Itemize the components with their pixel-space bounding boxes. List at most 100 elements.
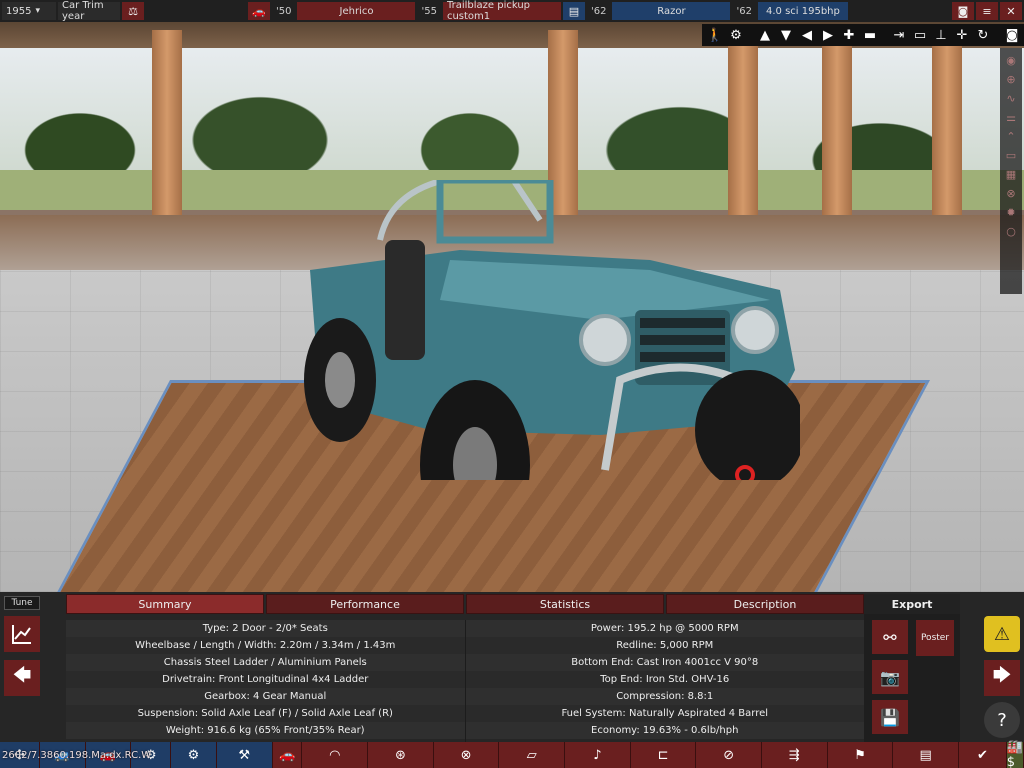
camera-icon[interactable]: ◙ [1003, 26, 1021, 44]
walk-icon[interactable]: 🚶 [706, 26, 724, 44]
arrow-up-icon[interactable]: ▲ [756, 26, 774, 44]
tab-description[interactable]: Description [666, 594, 864, 614]
arrow-right-icon[interactable]: ▶ [819, 26, 837, 44]
help-icon: ? [997, 709, 1007, 731]
summary-table: Type: 2 Door - 2/0* Seats Wheelbase / Le… [66, 620, 864, 742]
summary-right-column: Power: 195.2 hp @ 5000 RPM Redline: 5,00… [464, 620, 864, 742]
nav-test-icon[interactable]: ⚑ [827, 742, 894, 768]
poster-button[interactable]: Poster [916, 620, 954, 656]
nav-aero-icon[interactable]: ▱ [499, 742, 566, 768]
warning-button[interactable]: ⚠ [984, 616, 1020, 652]
showroom-pillar [152, 30, 182, 220]
nav-trim-icon[interactable]: 🚗 [272, 742, 303, 768]
car-model[interactable] [300, 180, 800, 480]
nav-wheel-icon[interactable]: ⊛ [368, 742, 434, 768]
engine-family-name[interactable]: Jehrico [297, 2, 416, 20]
camera-icon[interactable]: ◙ [952, 2, 974, 20]
photo-button[interactable]: 📷 [872, 660, 908, 694]
align-right-icon[interactable]: ⇥ [890, 26, 908, 44]
ring-icon[interactable]: ○ [1003, 223, 1019, 239]
camera-toolbar: 🚶 ⚙ ▲ ▼ ◀ ▶ ✚ ▬ ⇥ ▭ ⊥ ✛ ↻ ◙ [702, 24, 1024, 46]
view-toolbar: ◉ ⊕ ∿ ⚌ ⌃ ▭ ▦ ⊗ ✹ ○ [1000, 48, 1022, 294]
arrow-down-icon[interactable]: ▼ [777, 26, 795, 44]
ruler-icon[interactable]: ▭ [1003, 147, 1019, 163]
summary-row: Type: 2 Door - 2/0* Seats [66, 620, 465, 637]
tune-label: Tune [4, 596, 40, 610]
summary-left-column: Type: 2 Door - 2/0* Seats Wheelbase / Le… [66, 620, 465, 742]
variant-year: '62 [736, 5, 752, 17]
tab-summary[interactable]: Summary [66, 594, 264, 614]
nav-drivetrain-icon[interactable]: ⊘ [696, 742, 763, 768]
summary-row: Top End: Iron Std. OHV-16 [465, 671, 864, 688]
engine-family-year: '50 [276, 5, 292, 17]
next-button[interactable]: 🡆 [984, 660, 1020, 696]
rotate-icon[interactable]: ↻ [974, 26, 992, 44]
showroom-pillar [822, 30, 852, 220]
engine-name[interactable]: Razor [612, 2, 731, 20]
year-value: 1955 [6, 5, 32, 17]
center-icon[interactable]: ✛ [953, 26, 971, 44]
summary-row: Compression: 8.8:1 [465, 688, 864, 705]
eye-icon[interactable]: ◉ [1003, 52, 1019, 68]
summary-row: Drivetrain: Front Longitudinal 4x4 Ladde… [66, 671, 465, 688]
tab-performance[interactable]: Performance [266, 594, 464, 614]
summary-row: Fuel System: Naturally Aspirated 4 Barre… [465, 705, 864, 722]
camera-icon: 📷 [880, 667, 900, 687]
anchor-icon[interactable]: ⊥ [932, 26, 950, 44]
chevron-down-icon: ▾ [35, 6, 40, 16]
summary-row: Chassis Steel Ladder / Aluminium Panels [66, 654, 465, 671]
sun-icon[interactable]: ✹ [1003, 204, 1019, 220]
minus-icon[interactable]: ▬ [861, 26, 879, 44]
tab-statistics[interactable]: Statistics [466, 594, 664, 614]
plus-icon[interactable]: ✚ [840, 26, 858, 44]
engine-year: '62 [590, 5, 607, 17]
help-button[interactable]: ? [984, 702, 1020, 738]
arrow-left-icon[interactable]: ◀ [798, 26, 816, 44]
car-icon[interactable]: 🚗 [248, 2, 270, 20]
car-icon[interactable]: ▭ [911, 26, 929, 44]
chart-button[interactable] [4, 616, 40, 652]
summary-row: Bottom End: Cast Iron 4001cc V 90°8 [465, 654, 864, 671]
export-title: Export [864, 594, 960, 614]
nav-gauge-icon[interactable]: ◠ [302, 742, 369, 768]
settings-icon[interactable]: ⚙ [727, 26, 745, 44]
summary-row: Weight: 916.6 kg (65% Front/35% Rear) [66, 722, 465, 739]
summary-row: Power: 195.2 hp @ 5000 RPM [465, 620, 864, 637]
chart-icon [12, 625, 31, 644]
grid-icon[interactable]: ▦ [1003, 166, 1019, 182]
nav-seat-icon[interactable]: ⊏ [630, 742, 697, 768]
variant-name[interactable]: 4.0 sci 195bhp [757, 2, 848, 20]
top-bar: 1955 ▾ Car Trim year ⚖ 🚗 '50 Jehrico '55… [0, 0, 1024, 22]
status-coords: 2602/7.3860.198.Ma.dx.RC.W [2, 750, 152, 761]
warning-icon: ⚠ [993, 623, 1011, 645]
nav-interior-icon[interactable]: ♪ [565, 742, 631, 768]
close-icon[interactable]: ✕ [1000, 2, 1022, 20]
trim-year-label: Car Trim year [58, 0, 120, 22]
chevron-icon[interactable]: ⌃ [1003, 128, 1019, 144]
summary-row: Gearbox: 4 Gear Manual [66, 688, 465, 705]
share-button[interactable]: ⚯ [872, 620, 908, 654]
wheel-icon[interactable]: ⊗ [1003, 185, 1019, 201]
3d-viewport[interactable] [0, 0, 1024, 592]
nav-summary-icon[interactable]: ▤ [893, 742, 960, 768]
nav-tune-icon[interactable]: ⚒ [216, 742, 273, 768]
nav-tyre-icon[interactable]: ⊗ [433, 742, 500, 768]
trim-year: '55 [421, 5, 437, 17]
curve-icon[interactable]: ∿ [1003, 90, 1019, 106]
steering-icon[interactable]: ⊕ [1003, 71, 1019, 87]
nav-finish-icon[interactable]: ✔ [959, 742, 1007, 768]
bars-icon[interactable]: ⚌ [1003, 109, 1019, 125]
year-dropdown[interactable]: 1955 ▾ [2, 2, 56, 20]
nav-engine-parts-icon[interactable]: ⚙ [171, 742, 217, 768]
share-icon: ⚯ [883, 627, 897, 647]
save-button[interactable]: 💾 [872, 700, 908, 734]
back-button[interactable]: 🡄 [4, 660, 40, 696]
engine-icon[interactable]: ▤ [562, 2, 585, 20]
scales-icon[interactable]: ⚖ [122, 2, 144, 20]
arrow-left-icon: 🡄 [12, 665, 32, 686]
summary-row: Suspension: Solid Axle Leaf (F) / Solid … [66, 705, 465, 722]
trim-name[interactable]: Trailblaze pickup custom1 [442, 0, 561, 22]
nav-suspension-icon[interactable]: ⇶ [762, 742, 828, 768]
menu-icon[interactable]: ≡ [976, 2, 998, 20]
nav-factory-icon[interactable]: 🏭$ [1006, 740, 1024, 768]
